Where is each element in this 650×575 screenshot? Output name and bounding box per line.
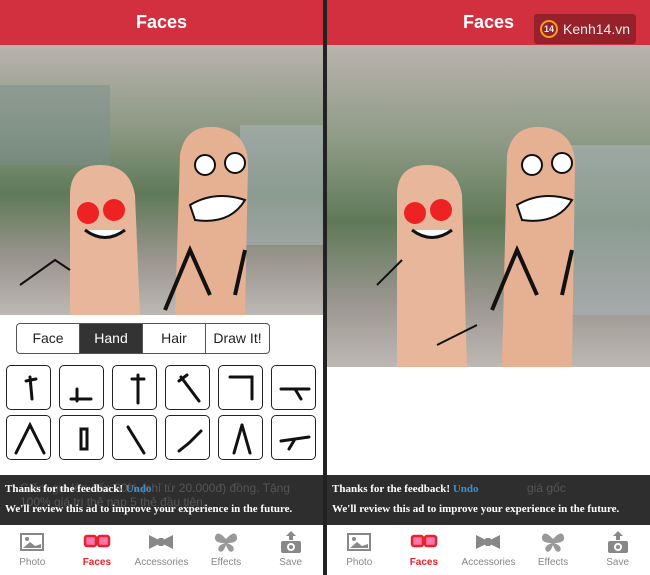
photo-icon <box>20 533 45 551</box>
ad-feedback-banner: Giảm giá lên đến 60% (chỉ từ 20.000đ) đồ… <box>0 475 323 525</box>
glasses-icon <box>83 534 111 548</box>
watermark-text: Kenh14.vn <box>563 21 630 37</box>
editor-panel-right: Faces 14 Kenh14.vn giá gốc Thanks for the… <box>327 0 650 575</box>
tab-label: Effects <box>537 557 569 568</box>
finger-faces-photo <box>0 85 323 315</box>
hand-sticker-icon <box>24 375 37 400</box>
kenh14-watermark: 14 Kenh14.vn <box>534 14 636 44</box>
tab-label: Photo <box>346 557 373 568</box>
bottom-tab-bar-right: Photo Faces Accessories Effects Save <box>327 525 650 575</box>
hand-sticker-tile[interactable] <box>112 365 157 410</box>
sticker-grid <box>6 365 316 460</box>
hand-sticker-icon <box>177 429 202 452</box>
save-upload-icon <box>607 531 628 553</box>
hand-sticker-icon <box>69 387 92 402</box>
watermark-badge: 14 <box>540 20 558 38</box>
hand-sticker-tile[interactable] <box>165 415 210 460</box>
glasses-icon <box>410 534 438 548</box>
hand-sticker-tile[interactable] <box>218 415 263 460</box>
tab-label: Faces <box>409 557 439 568</box>
hand-sticker-tile[interactable] <box>59 415 104 460</box>
tab-photo[interactable]: Photo <box>327 525 392 575</box>
page-title-right: Faces 14 Kenh14.vn <box>327 0 650 45</box>
tab-photo[interactable]: Photo <box>0 525 65 575</box>
tab-effects[interactable]: Effects <box>521 525 586 575</box>
hand-sticker-icon <box>232 423 251 454</box>
tab-accessories[interactable]: Accessories <box>129 525 194 575</box>
hand-sticker-icon <box>279 387 310 400</box>
hand-sticker-icon <box>228 375 253 400</box>
page-title: Faces <box>0 0 323 45</box>
bottom-tab-bar: Photo Faces Accessories Effects Save <box>0 525 323 575</box>
ad-feedback-banner-right: giá gốc Thanks for the feedback! Undo We… <box>327 475 650 525</box>
hand-sticker-icon <box>279 435 310 450</box>
butterfly-icon <box>214 533 238 552</box>
editor-panel-left: Faces Face Hand Hair Draw It! Giảm giá l… <box>0 0 323 575</box>
tab-effects[interactable]: Effects <box>194 525 259 575</box>
hand-sticker-tile[interactable] <box>6 365 51 410</box>
tab-save[interactable]: Save <box>258 525 323 575</box>
finger-faces-photo-result <box>376 126 650 367</box>
tab-label: Effects <box>210 557 242 568</box>
category-segmented-control: Face Hand Hair Draw It! <box>16 323 270 354</box>
page-title-text: Faces <box>462 12 515 32</box>
photo-icon <box>347 533 372 551</box>
tab-label: Faces <box>82 557 112 568</box>
segment-hair[interactable]: Hair <box>143 324 206 353</box>
undo-link[interactable]: Undo <box>453 483 479 495</box>
save-upload-icon <box>280 531 301 553</box>
feedback-text: Thanks for the feedback! <box>5 483 124 495</box>
hand-sticker-icon <box>79 427 88 450</box>
feedback-text: Thanks for the feedback! <box>332 483 451 495</box>
tab-label: Save <box>279 557 303 568</box>
undo-link[interactable]: Undo <box>126 483 152 495</box>
hand-sticker-tile[interactable] <box>112 415 157 460</box>
tab-faces[interactable]: Faces <box>65 525 130 575</box>
photo-canvas-right[interactable] <box>327 45 650 367</box>
hand-sticker-tile[interactable] <box>165 365 210 410</box>
bowtie-icon <box>476 535 501 549</box>
feedback-message: We'll review this ad to improve your exp… <box>332 503 620 515</box>
hand-sticker-icon <box>14 421 45 454</box>
hand-sticker-icon <box>177 373 200 402</box>
feedback-message: We'll review this ad to improve your exp… <box>5 503 293 515</box>
segment-draw-it[interactable]: Draw It! <box>206 324 269 353</box>
photo-canvas[interactable] <box>0 45 323 315</box>
bowtie-icon <box>149 535 174 549</box>
hand-sticker-icon <box>126 425 145 454</box>
tab-label: Accessories <box>461 557 516 568</box>
segment-face[interactable]: Face <box>17 324 80 353</box>
tab-label: Save <box>606 557 630 568</box>
tab-faces[interactable]: Faces <box>392 525 457 575</box>
hand-sticker-tile[interactable] <box>271 365 316 410</box>
hand-sticker-tile[interactable] <box>6 415 51 460</box>
butterfly-icon <box>541 533 565 552</box>
hand-sticker-tile[interactable] <box>271 415 316 460</box>
tab-save[interactable]: Save <box>585 525 650 575</box>
hand-sticker-icon <box>130 373 145 404</box>
tab-accessories[interactable]: Accessories <box>456 525 521 575</box>
hand-sticker-tile[interactable] <box>59 365 104 410</box>
tab-label: Accessories <box>134 557 189 568</box>
segment-hand[interactable]: Hand <box>80 324 143 353</box>
tab-label: Photo <box>19 557 46 568</box>
hand-sticker-tile[interactable] <box>218 365 263 410</box>
